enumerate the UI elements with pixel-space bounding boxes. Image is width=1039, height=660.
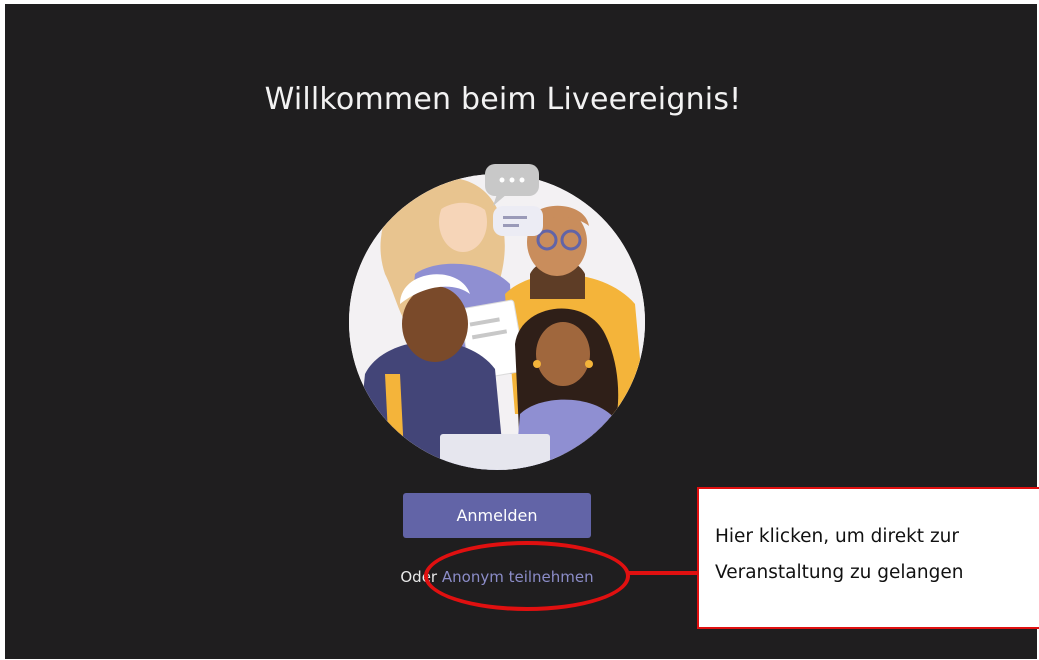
annotation-callout: Hier klicken, um direkt zur Veranstaltun… [697,487,1039,629]
sign-in-button[interactable]: Anmelden [403,493,591,538]
callout-line-1: Hier klicken, um direkt zur [715,526,959,547]
highlight-ellipse [424,541,630,611]
page-title: Willkommen beim Liveereignis! [264,82,742,117]
callout-connector-line [628,571,698,575]
callout-line-2: Veranstaltung zu gelangen [715,562,964,583]
people-illustration [349,164,645,470]
